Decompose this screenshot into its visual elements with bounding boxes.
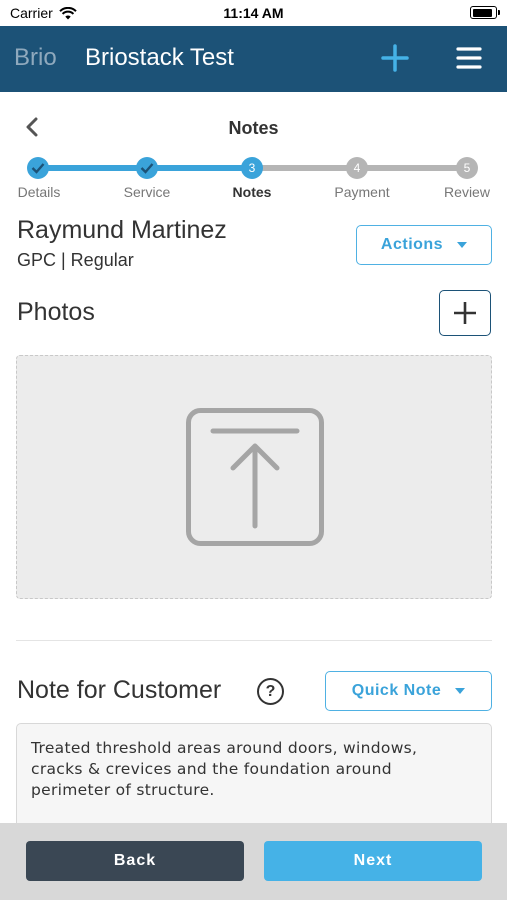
battery-icon: [470, 6, 500, 19]
quick-note-dropdown[interactable]: Quick Note: [325, 671, 492, 711]
progress-stepper: 3 4 5 Details Service Notes Payment Revi…: [0, 155, 507, 205]
add-photo-button[interactable]: [439, 290, 491, 336]
status-time: 11:14 AM: [223, 5, 284, 21]
back-button[interactable]: Back: [26, 841, 244, 881]
page-title: Notes: [228, 118, 279, 138]
actions-label: Actions: [380, 236, 444, 253]
step-payment-circle[interactable]: 4: [346, 157, 368, 179]
upload-icon: [186, 408, 324, 546]
check-icon: [31, 163, 45, 174]
hamburger-icon[interactable]: [456, 45, 482, 71]
step-service-circle[interactable]: [136, 157, 158, 179]
quick-note-label: Quick Note: [351, 682, 442, 699]
note-line: perimeter of structure.: [31, 781, 215, 799]
step-service-label[interactable]: Service: [97, 184, 197, 200]
step-payment-label[interactable]: Payment: [312, 184, 412, 200]
step-review-label[interactable]: Review: [417, 184, 507, 200]
note-line: Treated threshold areas around doors, wi…: [31, 739, 418, 757]
step-review-circle[interactable]: 5: [456, 157, 478, 179]
help-icon[interactable]: ?: [257, 678, 284, 705]
customer-subtitle: GPC | Regular: [17, 250, 134, 270]
status-bar: Carrier 11:14 AM: [0, 0, 507, 26]
caret-down-icon: [457, 242, 468, 248]
photos-heading: Photos: [17, 298, 95, 326]
plus-icon[interactable]: [380, 43, 410, 73]
plus-icon: [454, 302, 476, 324]
photo-upload-dropzone[interactable]: [16, 355, 492, 599]
check-icon: [140, 163, 154, 174]
bottom-action-bar: Back Next: [0, 823, 507, 900]
app-header: Brio Briostack Test: [0, 26, 507, 92]
battery-level: [472, 8, 492, 17]
step-notes-label[interactable]: Notes: [202, 184, 302, 200]
caret-down-icon: [455, 688, 466, 694]
account-title: Briostack Test: [85, 44, 234, 71]
customer-name: Raymund Martinez: [17, 216, 227, 244]
step-details-label[interactable]: Details: [0, 184, 89, 200]
next-button[interactable]: Next: [264, 841, 482, 881]
step-notes-circle[interactable]: 3: [241, 157, 263, 179]
note-heading: Note for Customer: [17, 676, 222, 704]
section-divider: [16, 640, 492, 641]
note-line: cracks & crevices and the foundation aro…: [31, 760, 392, 778]
step-details-circle[interactable]: [27, 157, 49, 179]
actions-dropdown[interactable]: Actions: [356, 225, 492, 265]
brand-logo: Brio: [14, 44, 57, 71]
